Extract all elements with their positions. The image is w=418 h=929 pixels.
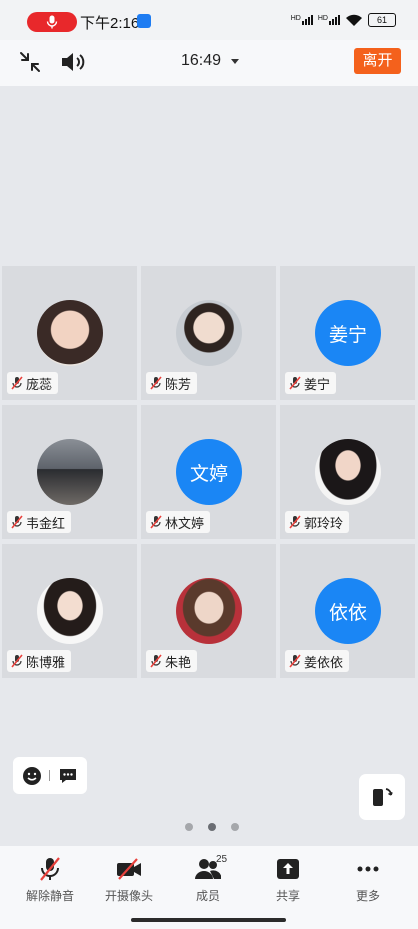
- participant-tile[interactable]: 朱艳: [141, 544, 276, 678]
- recording-indicator[interactable]: [27, 12, 77, 32]
- leave-button[interactable]: 离开: [354, 48, 401, 74]
- app-notification-icon: [137, 14, 151, 28]
- participant-nametag: 韦金红: [7, 511, 72, 533]
- muted-mic-icon: [150, 376, 162, 390]
- participant-tile[interactable]: 庞蕊: [2, 266, 137, 400]
- muted-mic-icon: [289, 654, 301, 668]
- battery-icon: 61: [368, 13, 396, 27]
- wifi-icon: [346, 14, 362, 26]
- muted-mic-icon: [11, 515, 23, 529]
- participant-tile[interactable]: 姜宁 姜宁: [280, 266, 415, 400]
- minimize-icon[interactable]: [18, 50, 42, 74]
- participant-tile[interactable]: 依依 姜依依: [280, 544, 415, 678]
- members-label: 成员: [195, 889, 220, 903]
- share-button[interactable]: 共享: [253, 856, 323, 904]
- avatar: [315, 439, 381, 505]
- more-button[interactable]: 更多: [333, 856, 403, 904]
- page-dot[interactable]: [185, 823, 193, 831]
- muted-mic-icon: [11, 654, 23, 668]
- status-icons: HD HD 61: [291, 13, 396, 27]
- status-bar: 下午2:16 HD HD 61: [0, 0, 418, 40]
- page-indicator: [185, 823, 239, 831]
- camera-off-icon: [117, 858, 141, 880]
- muted-mic-icon: [289, 515, 301, 529]
- participant-name: 郭玲玲: [304, 515, 344, 531]
- participant-nametag: 陈芳: [146, 372, 198, 394]
- page-dot-active[interactable]: [208, 823, 216, 831]
- avatar: 依依: [315, 578, 381, 644]
- signal-2-icon: HD: [318, 15, 340, 25]
- chevron-down-icon[interactable]: [231, 59, 239, 64]
- system-time: 下午2:16: [80, 15, 140, 32]
- avatar: [176, 300, 242, 366]
- participant-nametag: 庞蕊: [7, 372, 59, 394]
- participant-tile[interactable]: 陈芳: [141, 266, 276, 400]
- participant-tile[interactable]: 郭玲玲: [280, 405, 415, 539]
- avatar: [176, 578, 242, 644]
- network-type-2: HD: [317, 15, 328, 22]
- share-label: 共享: [275, 889, 300, 903]
- participant-nametag: 陈博雅: [7, 650, 72, 672]
- meeting-bottom-bar: 解除静音 开摄像头 25 成员 共享 更多: [0, 846, 418, 929]
- members-count: 25: [216, 854, 228, 865]
- participant-tile[interactable]: 陈博雅: [2, 544, 137, 678]
- avatar: [37, 439, 103, 505]
- participant-name: 朱艳: [165, 654, 192, 670]
- meeting-duration[interactable]: 16:49: [181, 52, 221, 70]
- participant-nametag: 朱艳: [146, 650, 198, 672]
- camera-label: 开摄像头: [104, 889, 153, 903]
- camera-button[interactable]: 开摄像头: [94, 856, 164, 904]
- participant-name: 陈博雅: [26, 654, 66, 670]
- more-label: 更多: [355, 889, 380, 903]
- participant-name: 庞蕊: [26, 376, 53, 392]
- emoji-icon[interactable]: [22, 766, 42, 786]
- members-button[interactable]: 25 成员: [173, 854, 243, 904]
- avatar: [37, 578, 103, 644]
- home-indicator[interactable]: [131, 918, 286, 922]
- more-icon: [357, 866, 379, 872]
- participant-name: 韦金红: [26, 515, 66, 531]
- participant-tile[interactable]: 韦金红: [2, 405, 137, 539]
- participant-name: 林文婷: [165, 515, 205, 531]
- avatar: 姜宁: [315, 300, 381, 366]
- muted-mic-icon: [289, 376, 301, 390]
- muted-mic-icon: [150, 515, 162, 529]
- page-dot[interactable]: [231, 823, 239, 831]
- participant-tile[interactable]: 文婷 林文婷: [141, 405, 276, 539]
- microphone-icon: [46, 15, 58, 29]
- network-type-1: HD: [290, 15, 301, 22]
- muted-mic-icon: [40, 857, 60, 881]
- participant-name: 姜宁: [304, 376, 331, 392]
- participant-nametag: 林文婷: [146, 511, 211, 533]
- share-icon: [277, 859, 299, 879]
- unmute-label: 解除静音: [25, 889, 74, 903]
- rotate-screen-icon: [373, 788, 393, 806]
- avatar: 文婷: [176, 439, 242, 505]
- reaction-chat-box: [13, 757, 87, 794]
- muted-mic-icon: [150, 654, 162, 668]
- speaker-icon[interactable]: [60, 50, 86, 74]
- divider: [49, 770, 50, 781]
- rotate-screen-button[interactable]: [359, 774, 405, 820]
- signal-1-icon: HD: [291, 15, 313, 25]
- participant-name: 陈芳: [165, 376, 192, 392]
- avatar: [37, 300, 103, 366]
- chat-icon[interactable]: [58, 767, 78, 785]
- participant-nametag: 姜宁: [285, 372, 337, 394]
- participant-nametag: 郭玲玲: [285, 511, 350, 533]
- participant-name: 姜依依: [304, 654, 344, 670]
- meeting-top-bar: 16:49 离开: [0, 40, 418, 86]
- participant-nametag: 姜依依: [285, 650, 350, 672]
- muted-mic-icon: [11, 376, 23, 390]
- unmute-button[interactable]: 解除静音: [15, 856, 85, 904]
